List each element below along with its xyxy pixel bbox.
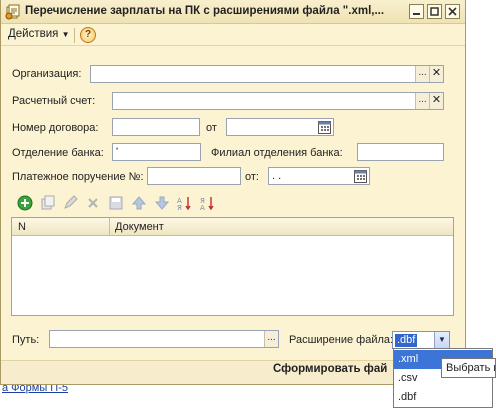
extension-option[interactable]: .dbf: [394, 388, 492, 407]
form-app-icon: [5, 4, 20, 20]
minimize-button[interactable]: [409, 4, 424, 19]
chevron-down-icon[interactable]: ▼: [434, 332, 449, 348]
window-title: Перечисление зарплаты на ПК с расширения…: [25, 5, 385, 17]
svg-text:A: A: [200, 204, 205, 211]
organization-clear-button[interactable]: ✕: [429, 66, 443, 82]
bank-branch-value: ': [116, 146, 119, 158]
contract-date-field[interactable]: [226, 118, 334, 136]
maximize-button[interactable]: [427, 4, 442, 19]
title-bar: Перечисление зарплаты на ПК с расширения…: [1, 0, 465, 24]
path-browse-button[interactable]: ...: [264, 331, 278, 347]
table-header: N Документ: [12, 218, 453, 236]
menu-separator: [74, 28, 75, 43]
minimize-icon: [413, 13, 420, 15]
extension-selected-value: .dbf: [395, 334, 418, 347]
extension-label: Расширение файла:: [289, 334, 394, 346]
move-down-icon[interactable]: [154, 195, 170, 211]
account-browse-button[interactable]: ...: [415, 93, 429, 109]
payment-order-label: Платежное поручение №:: [12, 171, 144, 183]
extension-dropdown: .xml .csv .dbf: [393, 348, 493, 408]
actions-menu[interactable]: Действия ▼: [8, 28, 70, 40]
bank-subbranch-label: Филиал отделения банка:: [211, 147, 343, 159]
extension-select[interactable]: .dbf ▼: [392, 331, 450, 349]
sort-descending-icon[interactable]: Я A: [200, 195, 216, 211]
bank-subbranch-field[interactable]: [357, 143, 444, 161]
end-edit-icon[interactable]: [108, 195, 124, 211]
column-header-number[interactable]: N: [18, 221, 26, 233]
contract-number-field[interactable]: [112, 118, 200, 136]
dialog-window: Перечисление зарплаты на ПК с расширения…: [0, 0, 466, 385]
menu-bar: Действия ▼ ?: [1, 24, 465, 46]
payment-date-value: . .: [272, 170, 282, 182]
account-clear-button[interactable]: ✕: [429, 93, 443, 109]
actions-menu-label: Действия: [8, 28, 59, 40]
contract-date-label: от: [206, 122, 217, 134]
documents-table[interactable]: N Документ: [11, 217, 454, 316]
organization-browse-button[interactable]: ...: [415, 66, 429, 82]
column-header-document[interactable]: Документ: [115, 221, 164, 233]
account-field[interactable]: ... ✕: [112, 92, 444, 110]
column-separator: [109, 218, 110, 236]
organization-field[interactable]: ... ✕: [90, 65, 444, 83]
payment-date-label: от:: [245, 171, 259, 183]
calendar-icon[interactable]: [354, 169, 367, 183]
path-label: Путь:: [12, 334, 40, 346]
account-label: Расчетный счет:: [12, 95, 96, 107]
chevron-down-icon: ▼: [61, 30, 70, 39]
bank-branch-label: Отделение банка:: [12, 147, 104, 159]
delete-row-icon[interactable]: [85, 195, 101, 211]
svg-text:Я: Я: [177, 204, 182, 211]
organization-label: Организация:: [12, 68, 82, 80]
maximize-icon: [430, 7, 439, 16]
path-field[interactable]: ...: [49, 330, 279, 348]
close-button[interactable]: [445, 4, 460, 19]
move-up-icon[interactable]: [131, 195, 147, 211]
bank-branch-field[interactable]: ': [112, 143, 201, 161]
payment-order-field[interactable]: [147, 167, 241, 185]
generate-file-button[interactable]: Сформировать фай: [273, 363, 387, 375]
contract-number-label: Номер договора:: [12, 122, 99, 134]
help-button[interactable]: ?: [80, 27, 96, 43]
sort-ascending-icon[interactable]: A Я: [177, 195, 193, 211]
add-row-icon[interactable]: [17, 195, 33, 211]
calendar-icon[interactable]: [318, 120, 331, 134]
tooltip: Выбрать и: [441, 358, 496, 378]
edit-row-icon[interactable]: [62, 195, 78, 211]
payment-date-field[interactable]: . .: [268, 167, 370, 185]
copy-row-icon[interactable]: [40, 195, 56, 211]
close-icon: [448, 7, 457, 16]
